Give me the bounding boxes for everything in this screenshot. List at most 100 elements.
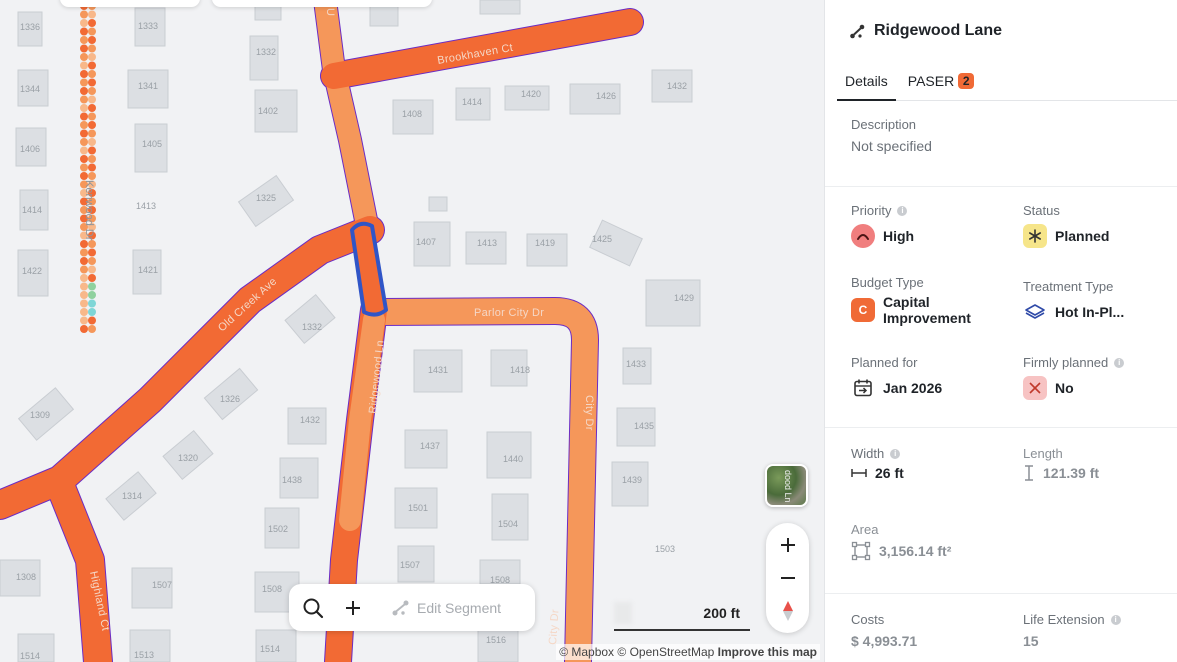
life-extension-info-icon[interactable]: i (1110, 614, 1121, 625)
svg-text:1516: 1516 (486, 635, 506, 645)
edit-segment-label: Edit Segment (417, 599, 502, 616)
kenwood-sample-point (88, 10, 96, 19)
priority-field: Priority i High (851, 203, 914, 248)
kenwood-sample-point (80, 265, 88, 274)
budget-type-field: Budget Type C Capital Improvement (851, 275, 971, 326)
svg-text:1326: 1326 (220, 394, 240, 404)
width-info-icon[interactable]: i (890, 448, 901, 459)
search-button[interactable] (301, 596, 325, 620)
planned-for-field: Planned for Jan 2026 (851, 355, 942, 400)
budget-type-label: Budget Type (851, 275, 924, 290)
length-label: Length (1023, 446, 1063, 461)
zoom-in-button[interactable] (774, 531, 802, 559)
edit-segment-icon (392, 600, 409, 615)
svg-text:1332: 1332 (256, 47, 276, 57)
svg-text:1413: 1413 (136, 201, 156, 211)
kenwood-sample-point (80, 282, 88, 291)
svg-text:1325: 1325 (256, 193, 276, 203)
priority-info-icon[interactable]: i (897, 205, 908, 216)
panel-header: Ridgewood Lane (849, 22, 1002, 40)
life-extension-value: 15 (1023, 633, 1039, 649)
status-value: Planned (1055, 228, 1110, 244)
kenwood-sample-point (80, 163, 88, 172)
kenwood-sample-point (88, 104, 96, 112)
search-icon (303, 598, 324, 618)
kenwood-sample-point (88, 44, 96, 53)
attribution-mapbox[interactable]: © Mapbox (559, 645, 614, 659)
kenwood-sample-point (88, 316, 96, 325)
budget-type-value: Capital Improvement (883, 294, 971, 326)
kenwood-sample-point (80, 248, 88, 257)
kenwood-sample-point (88, 163, 96, 172)
kenwood-sample-point (88, 61, 96, 70)
svg-text:1432: 1432 (667, 81, 687, 91)
segment-details-panel: Ridgewood Lane Details PASER 2 Descripti… (824, 0, 1177, 662)
svg-text:1504: 1504 (498, 519, 518, 529)
tab-paser[interactable]: PASER 2 (900, 70, 982, 101)
attribution-osm[interactable]: © OpenStreetMap (617, 645, 714, 659)
kenwood-sample-point (80, 325, 88, 333)
kenwood-sample-point (80, 240, 88, 248)
firmly-planned-value: No (1055, 380, 1074, 396)
kenwood-sample-point (80, 61, 88, 70)
svg-text:1421: 1421 (138, 265, 158, 275)
svg-text:1314: 1314 (122, 491, 142, 501)
svg-text:1433: 1433 (626, 359, 646, 369)
svg-text:1414: 1414 (22, 205, 42, 215)
kenwood-sample-point (80, 138, 88, 146)
kenwood-sample-point (88, 36, 96, 44)
width-value: 26 ft (875, 465, 904, 481)
kenwood-sample-point (80, 104, 88, 112)
top-chip-left[interactable] (60, 0, 200, 7)
svg-text:1426: 1426 (596, 91, 616, 101)
svg-text:1341: 1341 (138, 81, 158, 91)
zoom-out-button[interactable] (774, 564, 802, 592)
description-section: Description Not specified (825, 101, 1177, 187)
paser-count-badge: 2 (958, 73, 975, 89)
street-label-city-dr-right: City Dr (583, 395, 595, 431)
kenwood-sample-point (88, 240, 96, 248)
map-canvas[interactable]: 1336 1333 1344 1341 1332 1402 1406 1405 … (0, 0, 824, 662)
firmly-planned-info-icon[interactable]: i (1114, 357, 1125, 368)
zoom-out-icon (780, 576, 795, 579)
area-value: 3,156.14 ft² (879, 543, 952, 559)
kenwood-sample-point (80, 27, 88, 36)
svg-text:1402: 1402 (258, 106, 278, 116)
svg-text:1408: 1408 (402, 109, 422, 119)
kenwood-sample-point (80, 308, 88, 316)
kenwood-sample-point (80, 172, 88, 180)
kenwood-sample-point (88, 129, 96, 138)
kenwood-sample-point (80, 44, 88, 53)
compass-button[interactable] (774, 597, 802, 625)
status-label: Status (1023, 203, 1060, 218)
svg-text:1439: 1439 (622, 475, 642, 485)
area-icon (851, 541, 871, 561)
firmly-planned-label: Firmly planned (1023, 355, 1109, 370)
kenwood-sample-point (88, 257, 96, 265)
svg-text:1429: 1429 (674, 293, 694, 303)
improve-map-link[interactable]: Improve this map (718, 645, 817, 659)
kenwood-sample-point (80, 274, 88, 282)
svg-text:1507: 1507 (400, 560, 420, 570)
tab-details[interactable]: Details (837, 70, 896, 101)
top-chip-right[interactable] (212, 0, 432, 7)
tab-paser-label: PASER (907, 73, 955, 89)
length-value: 121.39 ft (1043, 465, 1100, 481)
map-basemap: 1336 1333 1344 1341 1332 1402 1406 1405 … (0, 0, 701, 662)
add-button[interactable] (341, 596, 365, 620)
svg-text:1508: 1508 (262, 584, 282, 594)
kenwood-sample-point (80, 291, 88, 299)
costs-field: Costs $ 4,993.71 (851, 612, 917, 649)
svg-text:1406: 1406 (20, 144, 40, 154)
x-icon (1023, 376, 1047, 400)
svg-text:1432: 1432 (300, 415, 320, 425)
edit-segment-button[interactable]: Edit Segment (391, 598, 501, 618)
svg-text:1419: 1419 (535, 238, 555, 248)
map-scale: 200 ft (614, 596, 750, 631)
dimensions-section: Width i 26 ft Length 121.39 ft Area 3,156… (825, 428, 1177, 594)
road-kenwood-dr[interactable] (80, 2, 96, 333)
kenwood-sample-point (88, 70, 96, 78)
svg-text:1336: 1336 (20, 22, 40, 32)
satellite-layer-toggle[interactable]: dood Ln (765, 464, 808, 507)
description-value: Not specified (851, 138, 932, 154)
